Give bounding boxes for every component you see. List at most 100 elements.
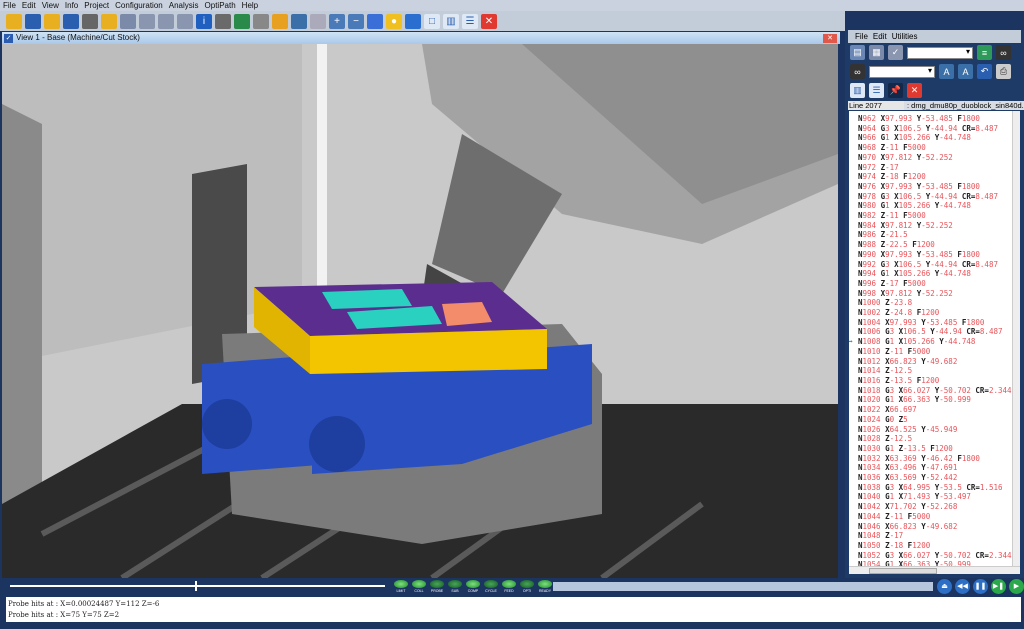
nc-code-listing[interactable]: N962 X97.993 Y-53.485 F1800 N964 G3 X106.… xyxy=(849,111,1020,574)
code-line[interactable]: N988 Z-22.5 F1200 xyxy=(858,240,1020,250)
sphere-icon[interactable]: ● xyxy=(386,13,402,29)
info-icon[interactable]: i xyxy=(196,13,212,29)
view-check-icon[interactable]: ✓ xyxy=(4,34,13,43)
code-line[interactable]: N1016 Z-13.5 F1200 xyxy=(858,376,1020,386)
code-line[interactable]: N1044 Z-11 F5000 xyxy=(858,512,1020,522)
code-line[interactable]: N1020 G1 X66.363 Y-50.999 xyxy=(858,395,1020,405)
open-folder-icon[interactable] xyxy=(6,13,22,29)
code-line[interactable]: N984 X97.812 Y-52.252 xyxy=(858,221,1020,231)
panel-menu-edit[interactable]: Edit xyxy=(873,32,887,41)
code-line[interactable]: N1024 G0 Z5 xyxy=(858,415,1020,425)
tool-assembly-icon[interactable] xyxy=(253,13,269,29)
close-icon[interactable]: ✕ xyxy=(481,13,497,29)
code-line[interactable]: N992 G3 X106.5 Y-44.94 CR=8.487 xyxy=(858,260,1020,270)
list-icon[interactable]: ≡ xyxy=(977,45,992,60)
eject-icon[interactable]: ⏏ xyxy=(937,579,952,594)
code-line[interactable]: N1018 G3 X66.027 Y-50.702 CR=2.344 F xyxy=(858,386,1020,396)
single-view-icon[interactable]: □ xyxy=(424,13,440,29)
code-line[interactable]: N980 G1 X105.266 Y-44.748 xyxy=(858,201,1020,211)
code-line[interactable]: N1042 X71.702 Y-52.268 xyxy=(858,502,1020,512)
code-line[interactable]: N1052 G3 X66.027 Y-50.702 CR=2.344 F xyxy=(858,551,1020,561)
code-line[interactable]: N1002 Z-24.8 F1200 xyxy=(858,308,1020,318)
menu-project[interactable]: Project xyxy=(84,1,109,10)
code-line[interactable]: N1034 X63.496 Y-47.691 xyxy=(858,463,1020,473)
compare-icon[interactable] xyxy=(177,13,193,29)
checklist-icon[interactable]: ✓ xyxy=(888,45,903,60)
code-line[interactable]: N1012 X66.823 Y-49.682 xyxy=(858,357,1020,367)
menu-analysis[interactable]: Analysis xyxy=(169,1,199,10)
code-line[interactable]: N966 G1 X105.266 Y-44.748 xyxy=(858,133,1020,143)
fixture-icon[interactable] xyxy=(234,13,250,29)
code-line[interactable]: N1026 X64.525 Y-45.949 xyxy=(858,425,1020,435)
panel-menu-file[interactable]: File xyxy=(855,32,868,41)
play-icon[interactable]: ▶ xyxy=(1009,579,1024,594)
reverse-icon[interactable] xyxy=(405,13,421,29)
close-icon[interactable]: ✕ xyxy=(907,83,922,98)
tool-icon[interactable] xyxy=(82,13,98,29)
undo-icon[interactable]: ↶ xyxy=(977,64,992,79)
speed-slider[interactable] xyxy=(10,581,385,591)
split-vertical-icon[interactable]: ▥ xyxy=(443,13,459,29)
save-icon[interactable] xyxy=(63,13,79,29)
zoom-box-icon[interactable] xyxy=(310,13,326,29)
open-folder-icon[interactable] xyxy=(44,13,60,29)
code-line[interactable]: N1040 G1 X71.493 Y-53.497 xyxy=(858,492,1020,502)
code-line[interactable]: N994 G1 X105.266 Y-44.748 xyxy=(858,269,1020,279)
vertical-scrollbar[interactable] xyxy=(1012,111,1020,566)
code-line[interactable]: N1048 Z-17 xyxy=(858,531,1020,541)
rewind-icon[interactable]: ◀◀ xyxy=(955,579,970,594)
pause-icon[interactable]: ❚❚ xyxy=(973,579,988,594)
binoculars-icon[interactable]: ∞ xyxy=(996,45,1011,60)
code-line[interactable]: N1000 Z-23.8 xyxy=(858,298,1020,308)
code-line[interactable]: N1046 X66.823 Y-49.682 xyxy=(858,522,1020,532)
code-line[interactable]: N1004 X97.993 Y-53.485 F1800 xyxy=(858,318,1020,328)
menu-file[interactable]: File xyxy=(3,1,16,10)
code-line[interactable]: N990 X97.993 Y-53.485 F1800 xyxy=(858,250,1020,260)
pin-icon[interactable]: 📌 xyxy=(888,83,903,98)
code-line[interactable]: N976 X97.993 Y-53.485 F1800 xyxy=(858,182,1020,192)
save-icon[interactable] xyxy=(25,13,41,29)
horizontal-scrollbar[interactable] xyxy=(849,566,1020,574)
code-line[interactable]: N972 Z-17 xyxy=(858,163,1020,173)
zoom-out-icon[interactable]: − xyxy=(348,13,364,29)
print-preview-icon[interactable]: ▦ xyxy=(869,45,884,60)
code-line[interactable]: N998 X97.812 Y-52.252 xyxy=(858,289,1020,299)
zoom-in-icon[interactable]: + xyxy=(329,13,345,29)
menu-edit[interactable]: Edit xyxy=(22,1,36,10)
code-line[interactable]: N974 Z-18 F1200 xyxy=(858,172,1020,182)
code-line[interactable]: N962 X97.993 Y-53.485 F1800 xyxy=(858,114,1020,124)
code-line[interactable]: N1050 Z-18 F1200 xyxy=(858,541,1020,551)
menu-configuration[interactable]: Configuration xyxy=(115,1,163,10)
panel-menu-utilities[interactable]: Utilities xyxy=(892,32,918,41)
menu-optipath[interactable]: OptiPath xyxy=(205,1,236,10)
code-line[interactable]: N978 G3 X106.5 Y-44.94 CR=8.487 xyxy=(858,192,1020,202)
code-line[interactable]: N1028 Z-12.5 xyxy=(858,434,1020,444)
code-line[interactable]: N970 X97.812 Y-52.252 xyxy=(858,153,1020,163)
tree-icon[interactable] xyxy=(120,13,136,29)
code-line[interactable]: N1032 X63.369 Y-46.42 F1800 xyxy=(858,454,1020,464)
open-check-icon[interactable] xyxy=(101,13,117,29)
code-line[interactable]: N1008 G1 X105.266 Y-44.748 xyxy=(849,337,1020,347)
code-line[interactable]: N1030 G1 Z-13.5 F1200 xyxy=(858,444,1020,454)
split-horizontal-icon[interactable]: ☰ xyxy=(869,83,884,98)
fit-icon[interactable] xyxy=(367,13,383,29)
machine-icon[interactable] xyxy=(215,13,231,29)
code-line[interactable]: N1036 X63.569 Y-52.442 xyxy=(858,473,1020,483)
split-horizontal-icon[interactable]: ☰ xyxy=(462,13,478,29)
replace-all-icon[interactable]: A xyxy=(958,64,973,79)
eraser-icon[interactable] xyxy=(272,13,288,29)
code-line[interactable]: N964 G3 X106.5 Y-44.94 CR=8.487 xyxy=(858,124,1020,134)
panel-select-2[interactable] xyxy=(869,65,935,78)
menu-view[interactable]: View xyxy=(42,1,59,10)
document-icon[interactable]: ▤ xyxy=(850,45,865,60)
code-line[interactable]: N982 Z-11 F5000 xyxy=(858,211,1020,221)
code-line[interactable]: N968 Z-11 F5000 xyxy=(858,143,1020,153)
code-line[interactable]: N986 Z-21.5 xyxy=(858,230,1020,240)
step-icon[interactable]: ▶❚ xyxy=(991,579,1006,594)
replace-icon[interactable]: A xyxy=(939,64,954,79)
code-line[interactable]: N1022 X66.697 xyxy=(858,405,1020,415)
machine-3d-viewport[interactable] xyxy=(2,44,838,578)
code-line[interactable]: N1014 Z-12.5 xyxy=(858,366,1020,376)
find-icon[interactable]: ∞ xyxy=(850,64,865,79)
view-close-button[interactable]: ✕ xyxy=(823,34,837,43)
